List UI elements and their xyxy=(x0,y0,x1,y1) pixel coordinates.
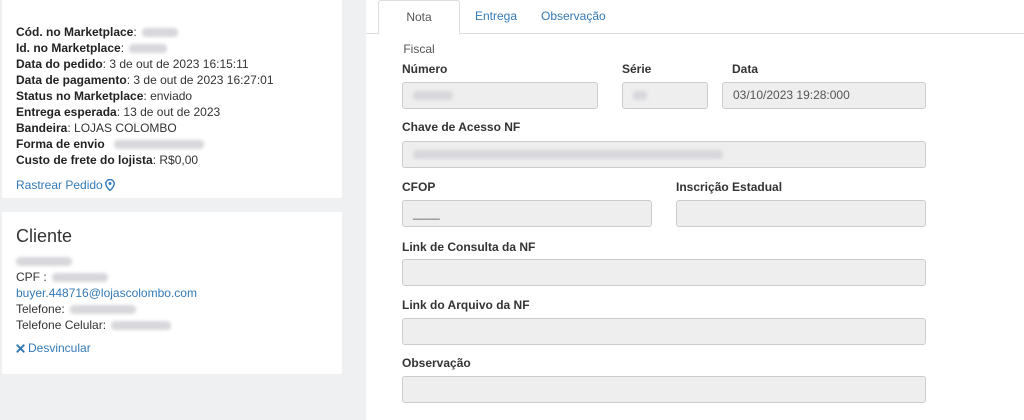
unlink-label: Desvincular xyxy=(28,341,91,355)
track-order-link[interactable]: Rastrear Pedido xyxy=(16,178,115,192)
info-label: Forma de envio xyxy=(16,137,105,151)
info-label: Entrega esperada xyxy=(16,105,117,119)
serie-field[interactable] xyxy=(622,82,708,109)
cfop-label: CFOP xyxy=(402,180,436,194)
marketplace-code-line: Cód. no Marketplace: xyxy=(16,24,328,40)
info-value: 13 de out de 2023 xyxy=(123,105,221,119)
freight-cost-line: Custo de frete do lojista: R$0,00 xyxy=(16,152,328,168)
chave-label: Chave de Acesso NF xyxy=(402,120,521,134)
payment-date-line: Data de pagamento: 3 de out de 2023 16:2… xyxy=(16,72,328,88)
info-label: Status no Marketplace xyxy=(16,89,144,103)
info-sep: : xyxy=(116,105,121,119)
client-mobile-line: Telefone Celular: xyxy=(16,317,328,333)
redacted-value xyxy=(114,140,205,150)
client-name-line xyxy=(16,253,328,269)
info-value: R$0,00 xyxy=(159,153,199,167)
x-icon xyxy=(16,343,25,353)
redacted-value xyxy=(413,91,453,101)
info-value: LOJAS COLOMBO xyxy=(74,121,177,135)
client-email-line: buyer.448716@lojascolombo.com xyxy=(16,285,328,301)
redacted-value xyxy=(111,321,172,331)
numero-label: Número xyxy=(402,62,448,76)
chave-field[interactable] xyxy=(402,141,926,168)
expected-delivery-line: Entrega esperada: 13 de out de 2023 xyxy=(16,104,328,120)
ie-label: Inscrição Estadual xyxy=(676,180,783,194)
client-phone-line: Telefone: xyxy=(16,301,328,317)
tab-entrega[interactable]: Entrega xyxy=(475,0,517,35)
brand-line: Bandeira: LOJAS COLOMBO xyxy=(16,120,328,136)
client-title: Cliente xyxy=(16,226,73,246)
tab-bar: Nota Fiscal Entrega Observação xyxy=(366,0,1024,56)
redacted-value xyxy=(52,273,109,283)
observacao-field[interactable] xyxy=(402,376,926,403)
numero-field[interactable] xyxy=(402,82,598,109)
info-value: 3 de out de 2023 16:15:11 xyxy=(109,57,249,71)
unlink-button[interactable]: Desvincular xyxy=(16,341,91,355)
order-date-line: Data do pedido: 3 de out de 2023 16:15:1… xyxy=(16,56,328,72)
order-info-panel: Cód. no Marketplace: Id. no Marketplace:… xyxy=(2,0,342,198)
tab-observacao[interactable]: Observação xyxy=(541,0,606,35)
map-pin-icon xyxy=(104,179,115,191)
info-sep: : xyxy=(120,41,125,55)
link-arquivo-label: Link do Arquivo da NF xyxy=(402,298,530,312)
client-panel: Cliente CPF : buyer.448716@lojascolombo.… xyxy=(2,212,342,374)
info-sep: : xyxy=(126,73,131,87)
info-sep: : xyxy=(67,121,71,135)
ie-field[interactable] xyxy=(676,200,926,227)
nota-fiscal-panel: Nota Fiscal Entrega Observação Número Sé… xyxy=(366,0,1024,420)
info-sep: : xyxy=(133,25,137,39)
info-label: Cód. no Marketplace xyxy=(16,25,134,39)
info-value: 3 de out de 2023 16:27:01 xyxy=(133,73,274,87)
cpf-label: CPF : xyxy=(16,270,47,284)
serie-label: Série xyxy=(622,62,652,76)
client-email-link[interactable]: buyer.448716@lojascolombo.com xyxy=(16,286,197,300)
observacao-label: Observação xyxy=(402,356,471,370)
mobile-label: Telefone Celular: xyxy=(16,318,107,332)
info-label: Id. no Marketplace xyxy=(16,41,121,55)
link-arquivo-field[interactable] xyxy=(402,318,926,345)
redacted-value xyxy=(413,150,723,160)
redacted-value xyxy=(129,44,168,54)
info-label: Data do pedido xyxy=(16,57,103,71)
info-label: Custo de frete do lojista xyxy=(16,153,153,167)
phone-label: Telefone: xyxy=(16,302,65,316)
info-sep: : xyxy=(143,89,147,103)
marketplace-id-line: Id. no Marketplace: xyxy=(16,40,328,56)
shipping-method-line: Forma de envio xyxy=(16,136,328,152)
info-sep: : xyxy=(102,57,107,71)
marketplace-status-line: Status no Marketplace: enviado xyxy=(16,88,328,104)
link-consulta-field[interactable] xyxy=(402,259,926,286)
link-consulta-label: Link de Consulta da NF xyxy=(402,240,536,254)
redacted-value xyxy=(633,91,647,101)
client-cpf-line: CPF : xyxy=(16,269,328,285)
redacted-value xyxy=(16,257,72,267)
data-label: Data xyxy=(732,62,759,76)
info-label: Data de pagamento xyxy=(16,73,127,87)
info-label: Bandeira xyxy=(16,121,68,135)
track-order-label: Rastrear Pedido xyxy=(16,178,103,192)
redacted-value xyxy=(142,28,179,38)
info-sep: : xyxy=(152,153,157,167)
redacted-value xyxy=(70,305,137,315)
cfop-field[interactable]: ____ xyxy=(402,200,652,227)
data-field[interactable]: 03/10/2023 19:28:000 xyxy=(722,82,926,109)
tab-nota-fiscal[interactable]: Nota Fiscal xyxy=(378,0,460,56)
info-value: enviado xyxy=(150,89,193,103)
